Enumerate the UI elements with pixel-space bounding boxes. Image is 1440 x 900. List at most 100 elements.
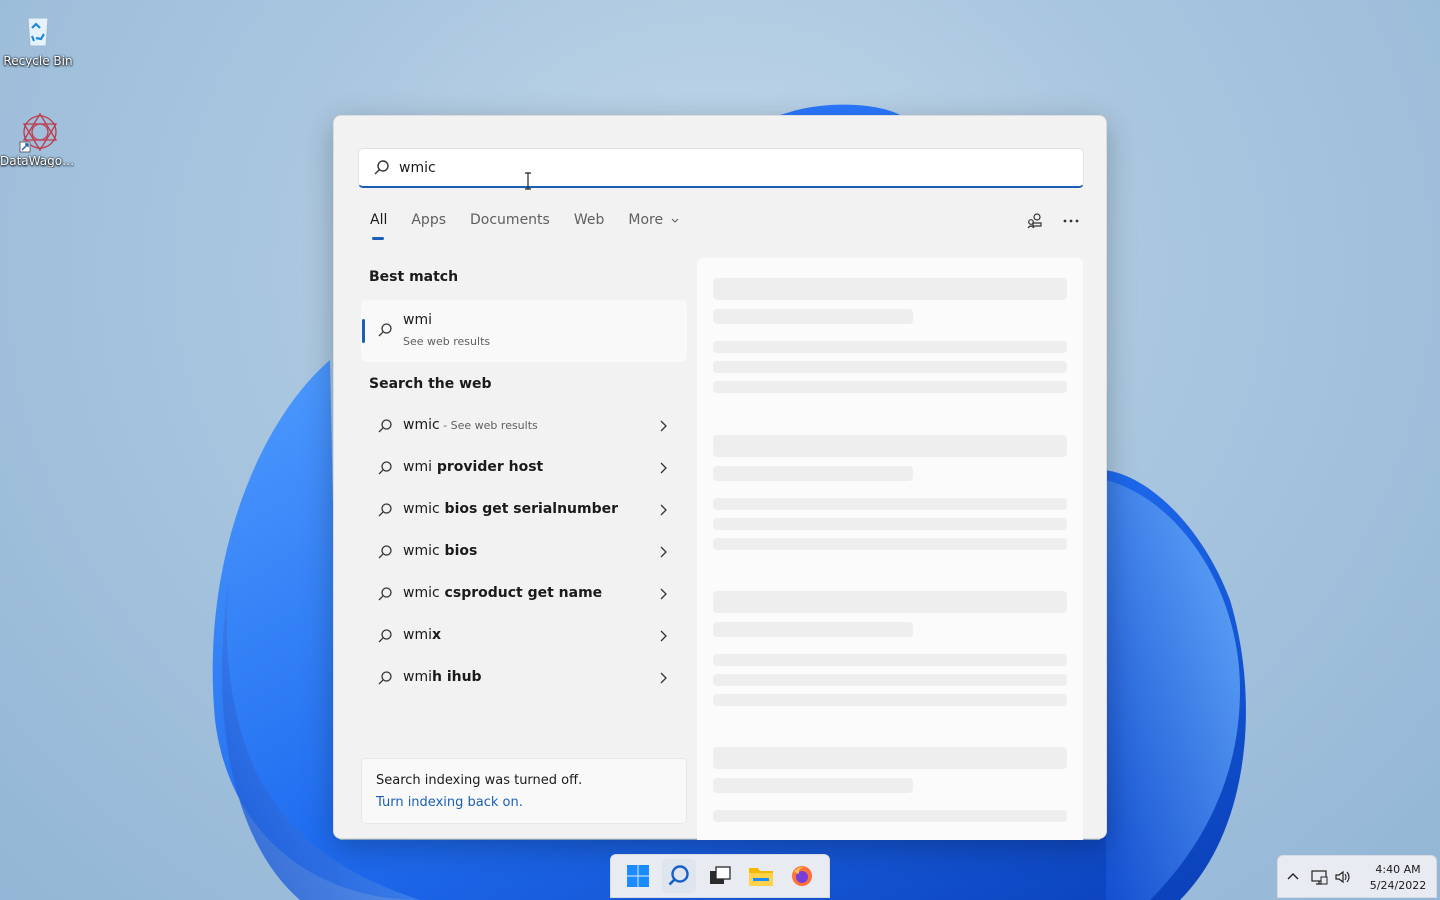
loading-placeholder-bar	[713, 341, 1067, 353]
desktop-icon-recycle-bin[interactable]: Recycle Bin	[0, 10, 76, 68]
suggestion-prefix: wmic	[403, 501, 440, 517]
loading-placeholder-bar	[713, 498, 1067, 510]
chevron-right-icon	[660, 546, 667, 558]
search-the-web-heading: Search the web	[369, 376, 492, 392]
search-icon	[668, 865, 689, 886]
web-suggestion-item[interactable]: wmih ihub	[361, 657, 687, 699]
desktop-icon-datawagon[interactable]: DataWagon...	[0, 110, 76, 168]
search-icon	[378, 503, 392, 517]
loading-placeholder-bar	[713, 694, 1067, 706]
desktop-icon-label: Recycle Bin	[3, 54, 73, 68]
suggestion-completion: x	[431, 627, 442, 643]
loading-placeholder-bar	[713, 381, 1067, 393]
desktop-icon-label: DataWagon...	[0, 154, 76, 168]
tab-label: Documents	[470, 212, 550, 228]
ellipsis-icon	[1063, 219, 1079, 223]
loading-placeholder-bar	[713, 674, 1067, 686]
best-match-heading: Best match	[369, 269, 459, 285]
firefox-icon	[792, 866, 813, 886]
suggestion-completion: provider host	[431, 459, 544, 475]
search-icon	[378, 587, 392, 601]
file-explorer-button[interactable]	[744, 859, 778, 893]
search-icon	[378, 629, 392, 643]
loading-placeholder-bar	[713, 654, 1067, 666]
search-header-actions	[1024, 210, 1082, 232]
chevron-right-icon	[660, 630, 667, 642]
tab-more[interactable]: More	[628, 212, 679, 242]
taskbar	[610, 854, 830, 898]
web-suggestion-text: wmic bios get serialnumber	[403, 501, 618, 517]
web-suggestion-item[interactable]: wmic bios	[361, 531, 687, 573]
tab-label: All	[370, 212, 388, 228]
indexing-message: Search indexing was turned off.	[376, 773, 583, 788]
datawagon-app-icon	[18, 110, 58, 153]
recycle-bin-icon	[18, 10, 58, 50]
web-suggestion-text: wmic bios	[403, 543, 477, 559]
volume-icon[interactable]	[1334, 868, 1352, 886]
people-icon	[1027, 213, 1042, 229]
chevron-right-icon	[660, 588, 667, 600]
suggestion-completion: csproduct get name	[439, 585, 603, 601]
windows-logo-icon	[626, 865, 649, 887]
search-box[interactable]	[358, 148, 1084, 188]
web-suggestion-item[interactable]: wmix	[361, 615, 687, 657]
chevron-down-icon	[671, 218, 678, 223]
web-suggestion-text: wmi provider host	[403, 459, 543, 475]
suggestion-prefix: wmi	[403, 627, 432, 643]
suggestion-suffix: - See web results	[439, 419, 538, 432]
loading-placeholder-bar	[713, 361, 1067, 373]
suggestion-prefix: wmic	[403, 585, 440, 601]
more-options-button[interactable]	[1060, 210, 1082, 232]
tab-all[interactable]: All	[370, 212, 387, 242]
web-suggestion-text: wmic csproduct get name	[403, 585, 602, 601]
firefox-button[interactable]	[785, 859, 819, 893]
indexing-notice: Search indexing was turned off. Turn ind…	[361, 758, 687, 824]
loading-placeholder-bar	[713, 435, 1067, 457]
search-icon	[378, 419, 392, 433]
suggestion-completion: bios get serialnumber	[439, 501, 619, 517]
web-suggestion-item[interactable]: wmic bios get serialnumber	[361, 489, 687, 531]
search-icon	[378, 671, 392, 685]
account-switch-button[interactable]	[1024, 210, 1046, 232]
suggestion-prefix: wmic	[403, 417, 440, 433]
suggestion-prefix: wmic	[403, 543, 440, 559]
chevron-up-icon[interactable]	[1284, 868, 1302, 886]
tab-documents[interactable]: Documents	[470, 212, 550, 242]
clock-time: 4:40 AM	[1375, 863, 1421, 876]
loading-placeholder-bar	[713, 518, 1067, 530]
chevron-right-icon	[660, 420, 667, 432]
web-suggestion-text: wmih ihub	[403, 669, 482, 685]
chevron-right-icon	[660, 462, 667, 474]
clock[interactable]: 4:40 AM 5/24/2022	[1362, 862, 1434, 894]
tab-label: Apps	[411, 212, 447, 228]
task-view-button[interactable]	[703, 859, 737, 893]
network-icon[interactable]	[1310, 868, 1328, 886]
web-suggestion-item[interactable]: wmic - See web results	[361, 405, 687, 447]
web-suggestion-item[interactable]: wmic csproduct get name	[361, 573, 687, 615]
turn-indexing-on-link[interactable]: Turn indexing back on.	[376, 795, 523, 810]
search-input[interactable]	[399, 157, 1059, 179]
taskbar-search-button[interactable]	[661, 859, 696, 893]
folder-icon	[749, 868, 774, 886]
web-suggestion-text: wmix	[403, 627, 441, 643]
tab-apps[interactable]: Apps	[411, 212, 446, 242]
tab-label: More	[628, 212, 664, 228]
search-icon	[378, 323, 392, 337]
loading-placeholder-bar	[713, 810, 1067, 822]
suggestion-prefix: wmi	[403, 459, 432, 475]
best-match-result[interactable]: wmi See web results	[361, 300, 687, 362]
tab-web[interactable]: Web	[574, 212, 605, 242]
best-match-subtitle: See web results	[403, 335, 491, 348]
start-button[interactable]	[621, 859, 655, 893]
system-tray: 4:40 AM 5/24/2022	[1277, 855, 1437, 898]
chevron-right-icon	[660, 504, 667, 516]
suggestion-completion: bios	[439, 543, 478, 559]
loading-placeholder-bar	[713, 466, 913, 481]
search-flyout: All Apps Documents Web More Best match	[333, 115, 1107, 840]
web-suggestions-list: wmic - See web results wmi provider host w…	[361, 405, 687, 699]
selection-indicator	[362, 319, 365, 343]
loading-placeholder-bar	[713, 778, 913, 793]
search-icon	[378, 461, 392, 475]
loading-placeholder-bar	[713, 747, 1067, 769]
web-suggestion-item[interactable]: wmi provider host	[361, 447, 687, 489]
